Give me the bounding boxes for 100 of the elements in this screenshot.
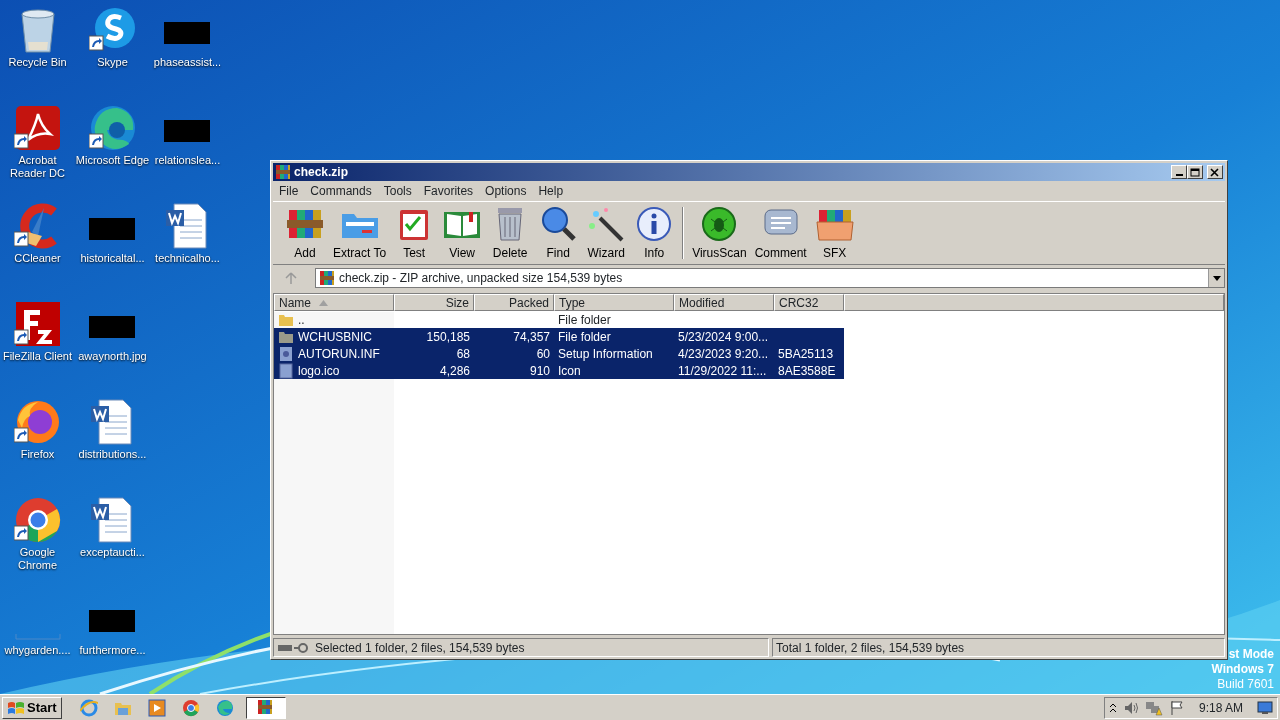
table-cell-text: File folder: [558, 328, 611, 346]
table-cell-text: 74,357: [513, 328, 550, 346]
window-title: check.zip: [294, 164, 349, 181]
desktop-icon-label[interactable]: FileZilla Client: [2, 350, 73, 363]
table-cell-text: Setup Information: [558, 345, 653, 363]
menu-item[interactable]: File: [273, 182, 305, 200]
column-header[interactable]: Modified: [674, 294, 774, 311]
selected-row[interactable]: AUTORUN.INF 68 60 Setup Information 4/23/2023 9:20... 5BA25113: [274, 345, 844, 362]
drive-key-icon: [277, 641, 311, 654]
caret-icon: [1212, 275, 1221, 281]
toolbar-button[interactable]: Find: [534, 202, 583, 264]
table-cell-text: 910: [529, 362, 550, 380]
up-arrow-icon: [285, 272, 297, 284]
browser-icon: [215, 698, 234, 717]
address-field[interactable]: check.zip - ZIP archive, unpacked size 154,539 bytes: [315, 268, 1225, 288]
desktop-icon-label[interactable]: exceptaucti...: [80, 546, 145, 559]
toolbar-button[interactable]: Extract To: [329, 202, 391, 264]
file-name: logo.ico: [298, 362, 340, 380]
archive-icon: [319, 270, 335, 286]
selected-row[interactable]: logo.ico 4,286 910 Icon 11/29/2022 11:... 8AE3588E: [274, 362, 844, 379]
chevron-icon[interactable]: [1108, 702, 1117, 713]
skype-icon[interactable]: [88, 6, 137, 54]
start-button[interactable]: Start: [2, 696, 62, 719]
toolbar-button[interactable]: Info: [630, 202, 679, 264]
table-cell-text: 4,286: [439, 362, 470, 380]
watermark-text: st Mode: [1227, 647, 1274, 662]
file-icon: [278, 362, 294, 379]
column-header[interactable]: Size: [394, 294, 474, 311]
desktop-icon-label[interactable]: Microsoft Edge: [75, 154, 150, 167]
browser-icon: [79, 698, 98, 717]
toolbar-button[interactable]: Comment: [750, 202, 811, 264]
desktop-icon-label[interactable]: Recycle Bin: [8, 56, 67, 69]
file-row[interactable]: .. File folder: [274, 311, 844, 328]
toolbar-button[interactable]: Delete: [486, 202, 535, 264]
file-name: AUTORUN.INF: [298, 345, 380, 363]
desktop-icon-label[interactable]: technicalho...: [155, 252, 220, 265]
table-cell-text: 5/23/2024 9:00...: [678, 328, 769, 346]
toolbar-button[interactable]: SFX: [810, 202, 859, 264]
firefox-icon[interactable]: [13, 398, 62, 446]
desktop-icon-label[interactable]: furthermore...: [79, 644, 146, 657]
desktop-icon-label[interactable]: Firefox: [20, 448, 55, 461]
watermark-text: Windows 7: [1211, 662, 1274, 677]
chrome-icon: [181, 698, 200, 717]
flag-icon[interactable]: [1168, 699, 1185, 716]
maximize-button[interactable]: [1187, 165, 1203, 179]
watermark-text: Build 7601: [1216, 677, 1274, 692]
close-icon: [1210, 167, 1220, 177]
desktop-icon-label[interactable]: phaseassist...: [153, 56, 222, 69]
status-text: Selected 1 folder, 2 files, 154,539 bytes: [315, 639, 525, 657]
desktop-icon-label[interactable]: Google Chrome: [0, 546, 75, 572]
menu-item[interactable]: Commands: [304, 182, 378, 200]
column-header[interactable]: CRC32: [774, 294, 844, 311]
file-name: ..: [298, 311, 305, 329]
column-header[interactable]: Name: [274, 294, 394, 311]
gear-file-icon: [278, 345, 294, 362]
toolbar-button[interactable]: View: [438, 202, 487, 264]
toolbar-button[interactable]: Add: [281, 202, 329, 264]
minimize-button[interactable]: [1171, 165, 1187, 179]
desktop-icon-label[interactable]: awaynorth.jpg: [78, 350, 147, 363]
close-button[interactable]: [1207, 165, 1223, 179]
column-header[interactable]: Type: [554, 294, 674, 311]
minimize-icon: [1175, 174, 1183, 176]
desktop-icon-label[interactable]: Skype: [97, 56, 128, 69]
desktop-icon-label[interactable]: whygarden....: [4, 644, 71, 657]
chrome-icon[interactable]: [13, 496, 62, 544]
menu-item[interactable]: Favorites: [417, 182, 480, 200]
show-desktop-icon[interactable]: [1257, 700, 1273, 715]
ftp-client-icon[interactable]: [13, 300, 62, 348]
table-cell-text: 5BA25113: [778, 345, 834, 363]
toolbar-button[interactable]: Wizard: [582, 202, 631, 264]
taskbar-button[interactable]: [245, 696, 286, 719]
archive-icon: [256, 698, 275, 717]
table-cell-text: Icon: [558, 362, 581, 380]
menu-item[interactable]: Options: [479, 182, 533, 200]
desktop-icon-label[interactable]: relationslea...: [154, 154, 221, 167]
table-cell-text: 8AE3588E: [778, 362, 836, 380]
menu-item[interactable]: Help: [532, 182, 570, 200]
windows-logo-icon: [7, 699, 25, 716]
table-cell-text: 11/29/2022 11:...: [678, 362, 767, 380]
desktop-icon-label[interactable]: Acrobat Reader DC: [0, 154, 75, 180]
column-header[interactable]: Packed: [474, 294, 554, 311]
file-name: WCHUSBNIC: [298, 328, 372, 346]
media-player-icon: [147, 698, 166, 717]
menu-item[interactable]: Tools: [377, 182, 418, 200]
table-cell-text: File folder: [558, 311, 611, 329]
status-text: Total 1 folder, 2 files, 154,539 bytes: [776, 639, 965, 657]
desktop-icon-label[interactable]: distributions...: [78, 448, 147, 461]
table-cell-text: 68: [456, 345, 470, 363]
dropdown-button[interactable]: [1208, 269, 1224, 287]
address-text: check.zip - ZIP archive, unpacked size 154,539 bytes: [339, 270, 623, 287]
maximize-icon: [1190, 167, 1200, 177]
toolbar-button[interactable]: Test: [390, 202, 439, 264]
desktop-icon-label[interactable]: historicaltal...: [80, 252, 145, 265]
pdf-reader-icon[interactable]: [13, 104, 62, 152]
selected-row[interactable]: WCHUSBNIC 150,185 74,357 File folder 5/23/2024 9:00...: [274, 328, 844, 345]
toolbar-button[interactable]: VirusScan: [688, 202, 751, 264]
browser-icon[interactable]: [88, 104, 137, 152]
desktop-icon-label[interactable]: CCleaner: [14, 252, 61, 265]
archive-icon: [275, 164, 291, 180]
table-cell-text: 4/23/2023 9:20...: [678, 345, 769, 363]
